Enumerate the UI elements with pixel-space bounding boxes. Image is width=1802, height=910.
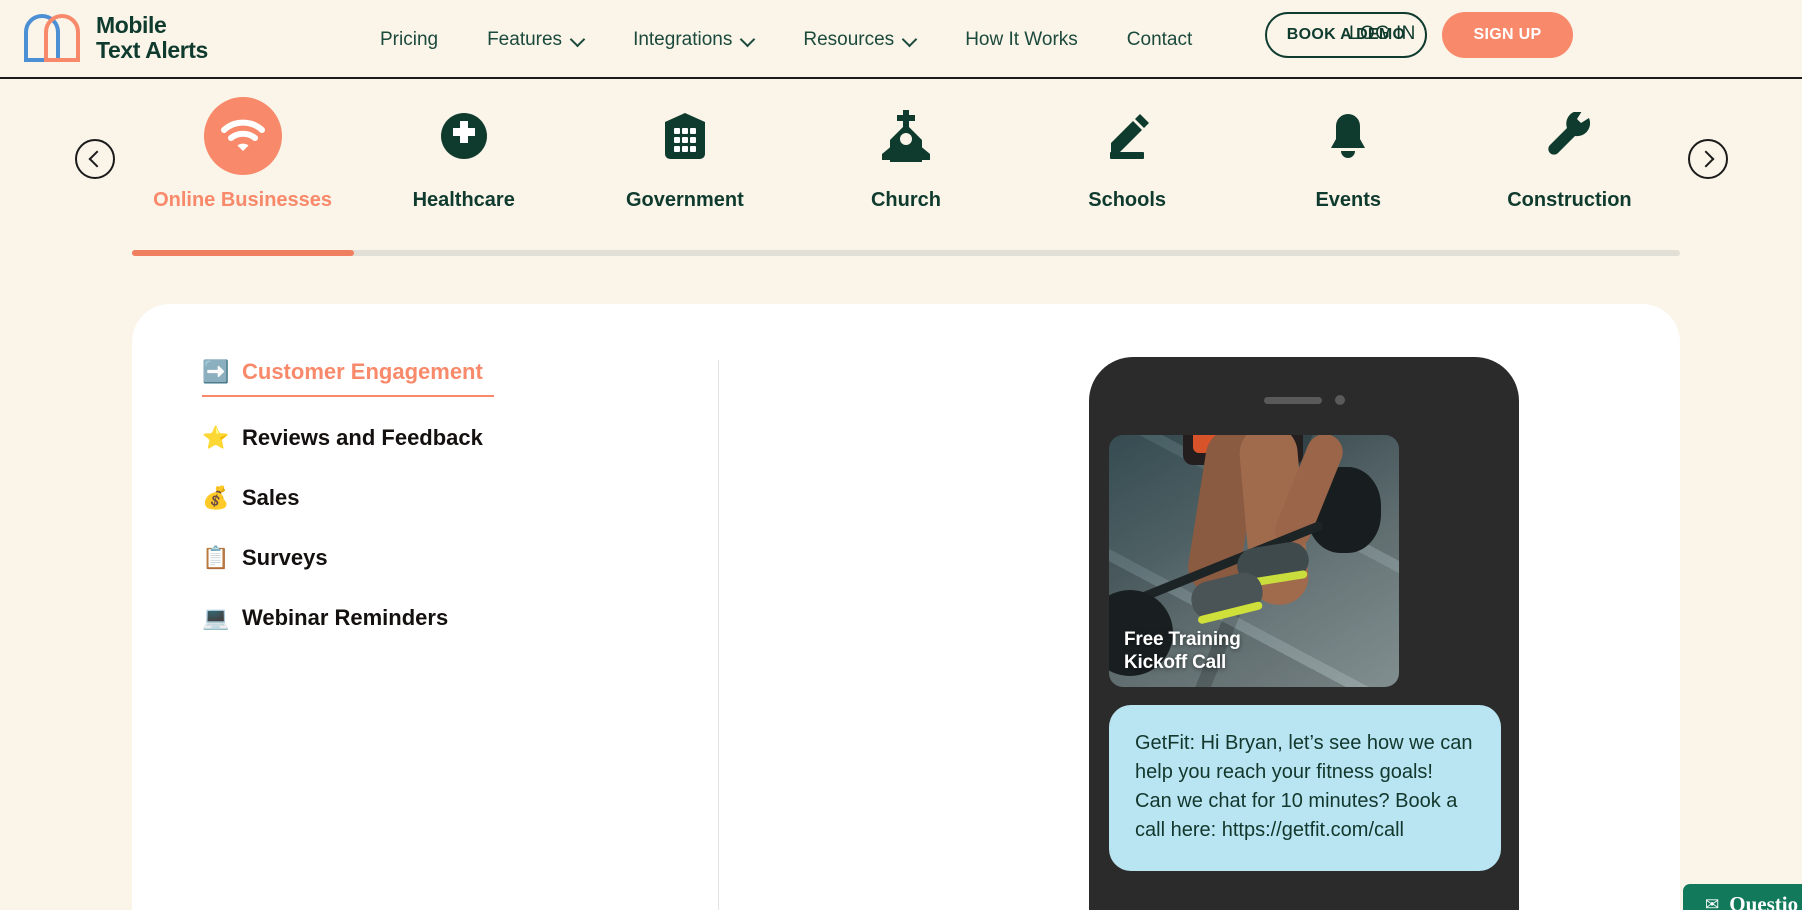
money-bag-emoji-icon: 💰 [202,485,230,510]
category-tab-label: Events [1315,189,1382,211]
logo-icon [22,12,84,64]
nav-item-label: Pricing [380,28,439,50]
nav-item-label: Integrations [633,28,733,50]
clipboard-emoji-icon: 📋 [202,545,230,570]
nav-item-resources[interactable]: Resources [803,29,916,51]
star-emoji-icon: ⭐ [202,425,230,450]
laptop-emoji-icon: 💻 [202,605,230,630]
category-tab-label: Construction [1507,189,1632,211]
carousel-progress-track[interactable] [132,250,1680,256]
carousel-prev-button[interactable] [75,139,115,179]
nav-item-features[interactable]: Features [487,29,584,51]
nav-item-how-it-works[interactable]: How It Works [965,29,1078,51]
media-caption-line1: Free Training [1124,629,1241,651]
nav-item-label: Contact [1126,28,1193,50]
use-case-list: ➡️ Customer Engagement ⭐ Reviews and Fee… [132,304,718,910]
use-case-item-reviews-and-feedback[interactable]: ⭐ Reviews and Feedback [202,425,494,451]
phone-mockup: Free Training Kickoff Call GetFit: Hi Br… [1089,357,1519,910]
use-case-item-label: Webinar Reminders [242,605,449,630]
category-tab-government[interactable]: Government [574,79,795,249]
category-tab-schools[interactable]: Schools [1017,79,1238,249]
carousel-progress-fill [132,250,354,256]
phone-speaker-row [1089,395,1519,405]
category-tab-church[interactable]: Church [795,79,1016,249]
site-header: Mobile Text Alerts Pricing Features Inte… [0,0,1802,79]
category-tab-label: Healthcare [412,189,515,211]
use-case-item-label: Reviews and Feedback [242,425,483,450]
nav-item-contact[interactable]: Contact [1127,29,1192,51]
logo-text: Mobile Text Alerts [96,13,208,63]
logo[interactable]: Mobile Text Alerts [22,12,208,64]
chevron-down-icon [571,33,584,46]
phone-preview-pane: Free Training Kickoff Call GetFit: Hi Br… [718,304,1680,910]
medical-cross-icon [425,97,503,175]
sign-up-button[interactable]: SIGN UP [1442,12,1573,58]
use-case-item-label: Sales [242,485,300,510]
main-nav: Pricing Features Integrations Resources … [380,0,1192,79]
chat-widget-label: Questio [1729,891,1799,910]
church-icon [867,97,945,175]
nav-item-label: Resources [803,28,895,50]
media-caption-line2: Kickoff Call [1124,652,1227,674]
carousel-next-button[interactable] [1688,139,1728,179]
nav-item-integrations[interactable]: Integrations [633,29,754,51]
use-case-card: ➡️ Customer Engagement ⭐ Reviews and Fee… [132,304,1680,910]
use-case-item-sales[interactable]: 💰 Sales [202,485,494,511]
category-list: Online Businesses Healthcare Government … [132,79,1680,249]
category-tab-online-businesses[interactable]: Online Businesses [132,79,353,249]
chevron-down-icon [903,33,916,46]
logo-text-line1: Mobile [96,12,167,39]
envelope-icon: ✉ [1705,894,1720,910]
sms-message-bubble: GetFit: Hi Bryan, let’s see how we can h… [1109,705,1501,871]
category-tab-events[interactable]: Events [1238,79,1459,249]
category-tab-label: Schools [1088,189,1167,211]
media-caption: Free Training Kickoff Call [1124,629,1241,675]
mms-media-attachment: Free Training Kickoff Call [1109,435,1399,687]
bell-icon [1309,97,1387,175]
use-case-item-customer-engagement[interactable]: ➡️ Customer Engagement [202,359,494,397]
building-icon [646,97,724,175]
wifi-icon [203,97,282,175]
use-case-item-label: Surveys [242,545,328,570]
phone-speaker-icon [1263,396,1322,404]
category-tab-healthcare[interactable]: Healthcare [353,79,574,249]
use-case-item-webinar-reminders[interactable]: 💻 Webinar Reminders [202,605,494,631]
logo-text-line2: Text Alerts [96,37,208,63]
category-tab-label: Government [625,189,744,211]
chevron-right-icon [1697,150,1715,168]
use-case-item-surveys[interactable]: 📋 Surveys [202,545,494,571]
category-tab-label: Online Businesses [153,189,333,211]
category-tab-label: Church [870,189,941,211]
category-carousel: Online Businesses Healthcare Government … [0,79,1802,259]
chevron-down-icon [741,33,754,46]
chat-widget-button[interactable]: ✉ Questio [1683,884,1802,910]
use-case-item-label: Customer Engagement [242,359,483,384]
chevron-left-icon [88,150,106,168]
wrench-icon [1530,97,1608,175]
nav-item-pricing[interactable]: Pricing [380,29,438,51]
arrow-right-emoji-icon: ➡️ [202,359,230,384]
pencil-icon [1088,97,1166,175]
book-a-demo-button[interactable]: BOOK A DEMO [1265,12,1427,58]
category-tab-construction[interactable]: Construction [1459,79,1680,249]
phone-camera-icon [1334,395,1345,405]
nav-item-label: How It Works [965,28,1078,50]
nav-item-label: Features [487,28,563,50]
